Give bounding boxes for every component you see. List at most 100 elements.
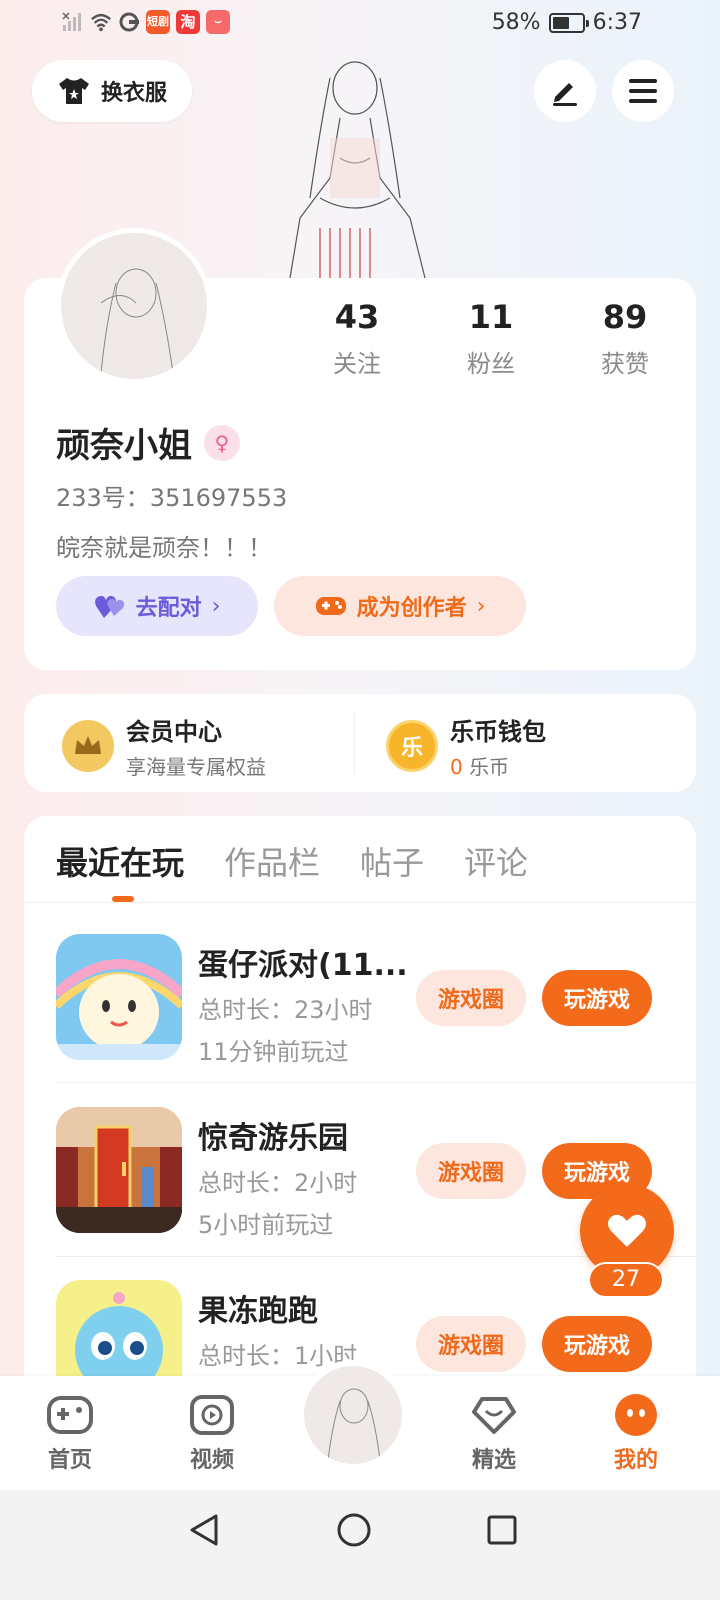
coin-char: 乐 [400, 736, 423, 761]
game-row[interactable]: 蛋仔派对(11... 总时长：23小时 11分钟前玩过 游戏圈 玩游戏 [56, 934, 676, 1066]
video-icon [190, 1395, 234, 1435]
nav-center-avatar[interactable] [298, 1360, 408, 1470]
chevron-right-icon: › [211, 593, 221, 619]
pen-icon [553, 83, 577, 106]
tab-divider [24, 902, 696, 903]
female-icon: ♀ [204, 424, 240, 461]
member-center-title: 会员中心 [126, 718, 222, 746]
edit-profile-button[interactable] [534, 60, 596, 122]
profile-tabs: 最近在玩 作品栏 帖子 评论 [56, 838, 528, 884]
stat-value: 89 [602, 298, 648, 336]
home-circle-icon [337, 1513, 371, 1547]
change-outfit-button[interactable]: 换衣服 [32, 60, 192, 122]
game-name: 惊奇游乐园 [198, 1121, 348, 1156]
nav-home[interactable]: 首页 [20, 1392, 120, 1474]
wallet-unit: 乐币 [469, 755, 510, 779]
gamepad-icon [47, 1396, 93, 1434]
back-triangle-icon [190, 1514, 218, 1546]
stat-fans[interactable]: 11 粉丝 [424, 298, 558, 379]
wallet-title: 乐币钱包 [450, 718, 546, 746]
home-button[interactable] [332, 1508, 376, 1552]
nav-video[interactable]: 视频 [162, 1392, 262, 1474]
avatar-character-image [289, 61, 426, 279]
app-icon [119, 12, 139, 32]
avatar-image [327, 1388, 381, 1462]
signal-icon [62, 12, 81, 31]
user-id: 233号：351697553 [56, 484, 288, 512]
match-label: 去配对 [135, 596, 202, 621]
member-center-subtitle: 享海量专属权益 [126, 755, 266, 779]
battery-percent: 58% [491, 10, 541, 35]
game-last-played: 5小时前玩过 [198, 1211, 334, 1239]
stat-value: 11 [468, 298, 514, 336]
chevron-right-icon: › [476, 593, 486, 619]
recents-square-icon [487, 1515, 517, 1545]
status-left-icons: 短剧 淘 ⌣ [62, 10, 230, 34]
stat-likes[interactable]: 89 获赞 [558, 298, 692, 379]
game-name: 蛋仔派对(11... [198, 948, 408, 983]
nav-label: 首页 [47, 1448, 92, 1473]
nickname-row: 顽奈小姐 ♀ [56, 418, 240, 467]
tab-recent-played[interactable]: 最近在玩 [56, 838, 184, 884]
wallet-amount: 0 [450, 755, 463, 779]
heart-icon [608, 1214, 646, 1247]
coin-icon: 乐 [386, 720, 438, 772]
nickname: 顽奈小姐 [56, 426, 192, 466]
tab-comments[interactable]: 评论 [464, 838, 528, 884]
divider [354, 712, 355, 774]
menu-icon [629, 79, 657, 103]
wallet[interactable]: 乐 乐币钱包 0 乐币 [386, 712, 546, 780]
profile-avatar[interactable] [56, 228, 212, 384]
game-circle-button[interactable]: 游戏圈 [416, 1316, 526, 1372]
stat-label: 获赞 [601, 350, 649, 378]
crown-icon [62, 720, 114, 772]
nav-label: 视频 [189, 1448, 234, 1473]
member-center[interactable]: 会员中心 享海量专属权益 [62, 712, 266, 780]
game-icon-jelly-run [56, 1280, 182, 1376]
taobao-app-icon: 淘 [176, 10, 200, 34]
battery-icon [548, 12, 589, 33]
status-bar: 短剧 淘 ⌣ 58% 6:37 [0, 0, 720, 48]
stat-value: 43 [334, 298, 380, 336]
like-count-badge: 27 [588, 1262, 664, 1298]
game-icon-wonder-park [56, 1107, 182, 1233]
game-duration: 总时长：2小时 [198, 1169, 358, 1197]
gamepad-icon [315, 597, 346, 615]
game-circle-button[interactable]: 游戏圈 [416, 970, 526, 1026]
menu-button[interactable] [612, 60, 674, 122]
game-duration: 总时长：23小时 [198, 996, 373, 1024]
tab-posts[interactable]: 帖子 [360, 838, 424, 884]
row-divider [56, 1082, 696, 1083]
bio: 皖奈就是顽奈！！！ [56, 534, 272, 562]
wifi-icon [91, 13, 111, 32]
game-name: 果冻跑跑 [198, 1294, 318, 1329]
game-circle-button[interactable]: 游戏圈 [416, 1143, 526, 1199]
status-right: 58% 6:37 [492, 10, 642, 35]
game-icon-eggy-party [56, 934, 182, 1060]
nav-label: 精选 [471, 1448, 516, 1473]
back-button[interactable] [182, 1508, 226, 1552]
avatar-image [100, 268, 174, 374]
play-game-button[interactable]: 玩游戏 [542, 970, 652, 1026]
wallet-balance: 0 乐币 [450, 751, 546, 780]
stat-label: 粉丝 [467, 350, 515, 378]
change-outfit-label: 换衣服 [100, 81, 167, 106]
match-button[interactable]: 去配对 › [56, 576, 258, 636]
stat-following[interactable]: 43 关注 [290, 298, 424, 379]
nav-mine[interactable]: 我的 [586, 1392, 686, 1474]
heart-diamond-icon [472, 1397, 516, 1434]
become-creator-label: 成为创作者 [356, 596, 467, 621]
nav-label: 我的 [613, 1448, 658, 1473]
shirt-icon [58, 78, 89, 104]
play-game-button[interactable]: 玩游戏 [542, 1316, 652, 1372]
tab-works[interactable]: 作品栏 [224, 838, 320, 884]
profile-stats: 43 关注 11 粉丝 89 获赞 [290, 298, 692, 379]
profile-face-icon [615, 1394, 657, 1436]
game-last-played: 11分钟前玩过 [198, 1038, 349, 1066]
short-drama-app-icon: 短剧 [146, 10, 170, 34]
hearts-icon [94, 595, 124, 618]
become-creator-button[interactable]: 成为创作者 › [274, 576, 526, 636]
clock: 6:37 [592, 10, 642, 35]
recents-button[interactable] [480, 1508, 524, 1552]
nav-featured[interactable]: 精选 [444, 1392, 544, 1474]
